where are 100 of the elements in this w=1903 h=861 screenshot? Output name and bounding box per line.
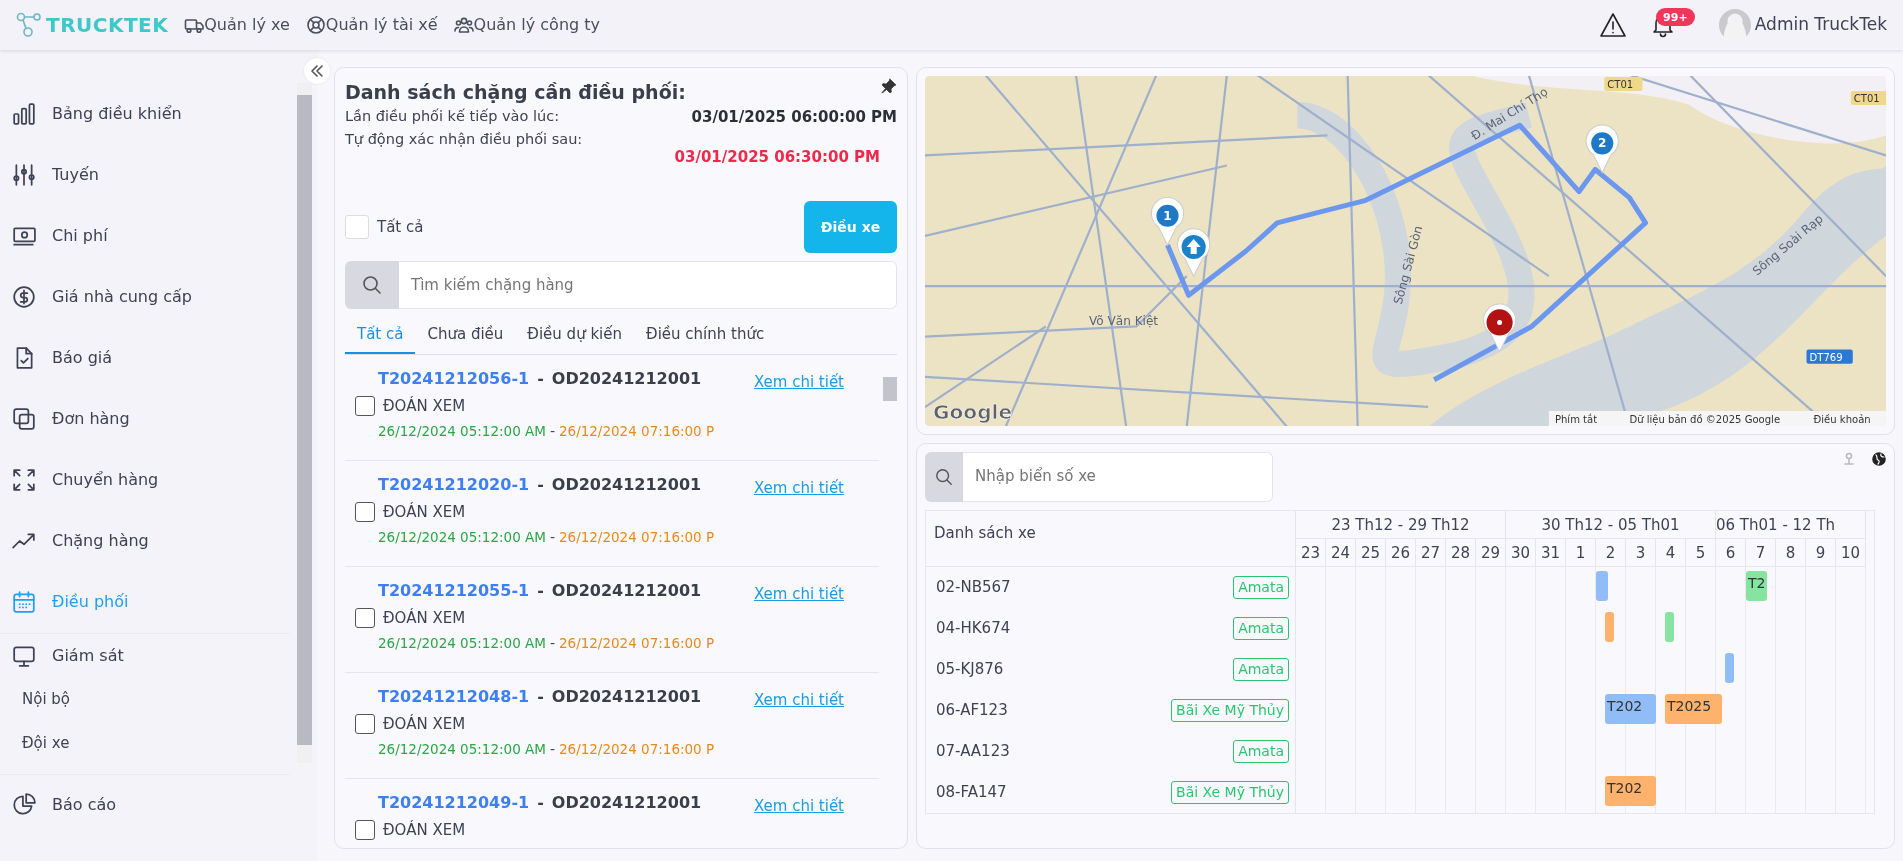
info-value: 03/01/2025 06:30:00 PM [673, 146, 881, 168]
trip-bar[interactable]: T202 [1605, 693, 1656, 724]
time-separator: - [549, 528, 555, 548]
nav-link[interactable]: Quản lý xe [184, 12, 290, 37]
destination-map-pin[interactable] [1483, 303, 1517, 352]
user-name[interactable]: Admin TruckTek [1754, 12, 1887, 38]
tab[interactable]: Điều chính thức [634, 317, 777, 354]
nav-link[interactable]: Quản lý công ty [453, 12, 601, 37]
leg-checkbox[interactable] [355, 396, 375, 417]
end-time: 26/12/2024 07:16:00 P [558, 528, 715, 548]
map-label: Võ Văn Kiệt [1089, 314, 1159, 328]
sidebar-item[interactable]: Tuyến [0, 144, 290, 206]
day-header: 23 [1296, 538, 1326, 567]
leg-checkbox[interactable] [355, 714, 375, 735]
end-time: 26/12/2024 07:16:00 P [558, 422, 715, 442]
attribution-text[interactable]: Phím tắt [1554, 413, 1598, 425]
order-code: OD20241212001 [551, 791, 702, 814]
notification-badge: 99+ [1655, 7, 1695, 27]
leg-code[interactable]: T20241212020-1 [378, 472, 530, 497]
sidebar-item[interactable]: Giá nhà cung cấp [0, 266, 290, 328]
leg-code[interactable]: T20241212056-1 [378, 366, 530, 391]
customer-name: ĐOÁN XEM [383, 819, 466, 841]
depot-tag: Amata [1233, 739, 1289, 763]
google-logo: Google [933, 399, 1013, 424]
start-time: 26/12/2024 05:12:00 AM [378, 422, 546, 442]
sliders-icon [12, 163, 36, 188]
attribution-text[interactable]: Điều khoản [1813, 413, 1871, 425]
tab[interactable]: Điều dự kiến [515, 317, 634, 354]
vehicle-plate: 07-AA123 [936, 740, 1010, 762]
select-all-checkbox[interactable]: Tất cả [345, 215, 424, 240]
warning-icon [1598, 11, 1627, 38]
day-header: 30 [1506, 538, 1536, 567]
vehicle-map-pin[interactable] [1177, 227, 1211, 277]
money-icon [12, 224, 36, 249]
end-time: 26/12/2024 07:16:00 P [558, 740, 715, 760]
day-header: 26 [1386, 538, 1416, 567]
order-code: OD20241212001 [551, 473, 702, 496]
search-icon [362, 275, 382, 296]
day-header: 31 [1536, 538, 1566, 567]
expand-arrows-icon [12, 468, 36, 493]
info-label: Tự động xác nhận điều phối sau: [345, 129, 583, 149]
tab[interactable]: Chưa điều [415, 317, 516, 354]
trip-bar[interactable]: T2025 [1665, 693, 1722, 724]
leg-code[interactable]: T20241212048-1 [378, 684, 530, 709]
day-header: 28 [1446, 538, 1476, 567]
separator: - [537, 473, 544, 496]
dollar-icon [12, 285, 36, 310]
search-field[interactable]: Tìm kiếm chặng hàng [399, 261, 897, 310]
day-header: 5 [1686, 538, 1716, 567]
week-header: 06 Th01 - 12 Th [1716, 510, 1866, 539]
nav-link[interactable]: Quản lý tài xế [305, 12, 438, 37]
sidebar-subitem[interactable]: Nội bộ [0, 677, 290, 722]
leg-checkbox[interactable] [355, 608, 375, 629]
pin-icon [881, 77, 897, 94]
map-label: Sông Sài Gòn [1390, 223, 1426, 306]
time-separator: - [549, 634, 555, 654]
numbered-map-pin[interactable]: 2 [1585, 124, 1619, 173]
sidebar-item[interactable]: Chặng hàng [0, 510, 290, 572]
time-separator: - [549, 740, 555, 760]
column-header: Danh sách xe [926, 510, 1296, 567]
copy-icon [12, 407, 36, 432]
customer-name: ĐOÁN XEM [383, 395, 466, 417]
separator: - [537, 685, 544, 708]
time-separator: - [549, 422, 555, 442]
start-time: 26/12/2024 05:12:00 AM [378, 634, 546, 654]
sidebar-item[interactable]: Báo giá [0, 327, 290, 389]
customer-name: ĐOÁN XEM [383, 607, 466, 629]
trip-bar[interactable]: T2 [1746, 570, 1768, 601]
day-header: 10 [1836, 538, 1866, 567]
vehicle-plate: 04-HK674 [936, 617, 1011, 639]
sidebar-item[interactable]: Đơn hàng [0, 388, 290, 450]
leg-checkbox[interactable] [355, 502, 375, 523]
customer-name: ĐOÁN XEM [383, 501, 466, 523]
sidebar-item[interactable]: Chi phí [0, 205, 290, 267]
day-header: 6 [1716, 538, 1746, 567]
panel-title: Danh sách chặng cần điều phối: [345, 79, 686, 105]
day-header: 25 [1356, 538, 1386, 567]
trip-bar[interactable]: T202 [1605, 775, 1656, 806]
start-time: 26/12/2024 05:12:00 AM [378, 528, 546, 548]
day-header: 4 [1656, 538, 1686, 567]
sidebar-item[interactable]: Giám sát [0, 633, 290, 678]
separator: - [537, 367, 544, 390]
sidebar-item[interactable]: Báo cáo [0, 774, 290, 836]
sidebar-subitem[interactable]: Đội xe [0, 721, 290, 766]
collapse-button[interactable] [304, 57, 330, 84]
day-header: 2 [1596, 538, 1626, 567]
logo-text: TRUCKTEK [46, 11, 169, 39]
leg-checkbox[interactable] [355, 820, 375, 841]
sidebar-item[interactable]: Chuyển hàng [0, 449, 290, 511]
scrollbar[interactable] [297, 82, 312, 763]
numbered-map-pin[interactable]: 1 [1150, 196, 1185, 245]
notification-button[interactable]: 99+ [1650, 7, 1695, 42]
sidebar-item[interactable]: Bảng điều khiển [0, 83, 290, 145]
info-label: Lần điều phối kế tiếp vào lúc: [345, 107, 560, 127]
depot-tag: Bãi Xe Mỹ Thủy [1171, 780, 1289, 804]
leg-code[interactable]: T20241212049-1 [378, 790, 530, 815]
leg-code[interactable]: T20241212055-1 [378, 578, 530, 603]
search-field[interactable]: Nhập biển số xe [963, 451, 1273, 502]
end-time: 26/12/2024 07:16:00 P [558, 634, 715, 654]
order-code: OD20241212001 [551, 367, 702, 390]
